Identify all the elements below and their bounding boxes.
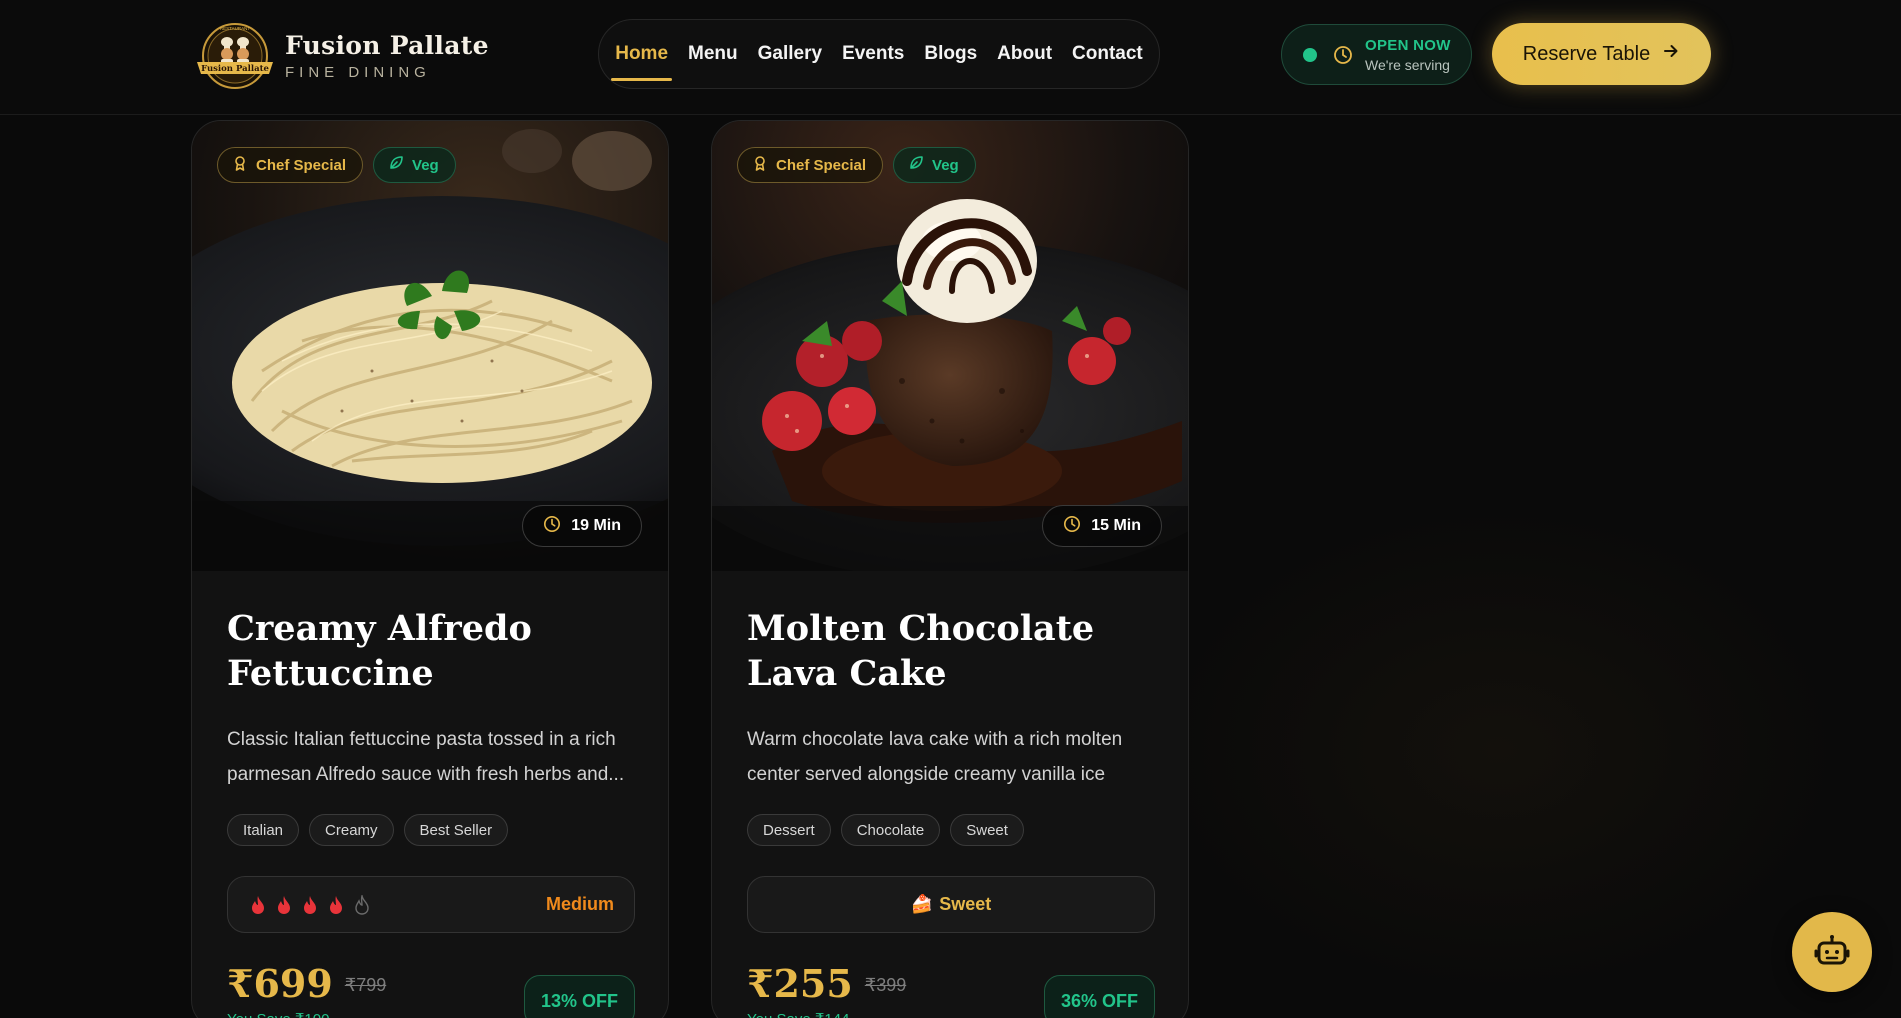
dish-tags: Dessert Chocolate Sweet [747,814,1155,846]
dish-image [712,121,1188,571]
dish-description: Warm chocolate lava cake with a rich mol… [747,729,1123,785]
taste-label: Sweet [939,894,992,914]
nav-contact[interactable]: Contact [1062,43,1153,65]
clock-icon [1063,515,1081,538]
brand-logo[interactable]: RESTAURANT Fusion Pallate Fusion Pallate… [193,22,489,90]
nav-blogs[interactable]: Blogs [914,43,987,65]
dish-image [192,121,668,571]
flame-icon-filled [330,895,342,914]
tag-chip[interactable]: Best Seller [403,814,509,846]
dish-name-line-1: Molten Chocolate [747,608,1095,649]
nav-gallery[interactable]: Gallery [748,43,832,65]
status-title: OPEN NOW [1365,36,1451,54]
flame-icon-empty [355,894,369,915]
nav-home[interactable]: Home [605,43,678,81]
spice-flames [250,894,370,915]
leaf-icon [908,155,924,175]
status-subtitle: We're serving [1365,56,1450,73]
dish-name-line-1: Creamy Alfredo [227,608,532,649]
dish-name: Molten Chocolate Lava Cake [747,606,1155,696]
spice-level-label: Medium [545,894,614,914]
spice-level-box: Medium [227,876,635,933]
discount-badge: 13% OFF [523,975,635,1018]
arrow-right-icon [1662,42,1680,66]
tag-chip[interactable]: Italian [227,814,300,846]
nav-about[interactable]: About [987,43,1062,65]
discount-badge: 36% OFF [1043,975,1155,1018]
dish-name: Creamy Alfredo Fettuccine [227,606,635,696]
prep-time-badge: 19 Min [522,505,642,547]
veg-label: Veg [932,156,959,174]
prep-time-badge: 15 Min [1042,505,1162,547]
original-price: ₹799 [344,975,387,995]
flame-icon-filled [252,895,264,914]
flame-icon-filled [304,895,316,914]
brand-name: Fusion Pallate [285,31,489,60]
reserve-table-label: Reserve Table [1522,42,1651,65]
background-glow [1150,500,1850,1000]
logo-badge-top-text: RESTAURANT [220,26,250,31]
status-dot-icon [1303,47,1317,62]
current-price: ₹255 [747,961,853,1006]
chef-special-badge: Chef Special [217,147,364,183]
award-icon [232,155,248,175]
menu-card-lava-cake[interactable]: Chef Special Veg 15 Min Molten Chocolate… [711,120,1189,1018]
dish-name-line-2: Fettuccine [227,653,434,694]
award-icon [752,155,768,175]
brand-tagline: FINE DINING [285,64,431,81]
tag-chip[interactable]: Chocolate [840,814,941,846]
chef-special-label: Chef Special [776,156,867,174]
clock-icon [543,515,561,538]
current-price: ₹699 [227,961,333,1006]
nav-events[interactable]: Events [832,43,914,65]
taste-profile-box: 🍰 Sweet [747,876,1155,933]
logo-badge-icon: RESTAURANT Fusion Pallate [193,22,277,90]
clock-icon [1333,45,1353,65]
logo-ribbon-text: Fusion Pallate [201,64,269,74]
reserve-table-button[interactable]: Reserve Table [1492,23,1711,85]
price-row: ₹699₹799 You Save ₹100 13% OFF [227,961,635,1018]
original-price: ₹399 [864,975,907,995]
chef-special-badge: Chef Special [737,147,884,183]
site-header: RESTAURANT Fusion Pallate Fusion Pallate… [0,0,1901,115]
dish-tags: Italian Creamy Best Seller [227,814,635,846]
dish-name-line-2: Lava Cake [747,653,947,694]
veg-label: Veg [412,156,439,174]
chef-special-label: Chef Special [256,156,347,174]
cake-icon: 🍰 [910,894,934,914]
menu-card-alfredo[interactable]: Chef Special Veg 19 Min Creamy Alfredo F… [191,120,669,1018]
chatbot-button[interactable] [1792,912,1872,992]
veg-badge: Veg [373,147,456,183]
veg-badge: Veg [893,147,976,183]
prep-time: 15 Min [1091,517,1141,534]
tag-chip[interactable]: Sweet [950,814,1024,846]
leaf-icon [388,155,404,175]
tag-chip[interactable]: Dessert [747,814,831,846]
open-status-pill: OPEN NOW We're serving [1281,24,1472,85]
dish-description: Classic Italian fettuccine pasta tossed … [227,729,625,785]
main-nav: Home Menu Gallery Events Blogs About Con… [598,19,1160,89]
prep-time: 19 Min [571,517,621,534]
price-row: ₹255₹399 You Save ₹144 36% OFF [747,961,1155,1018]
nav-menu[interactable]: Menu [678,43,748,65]
flame-icon-filled [278,895,290,914]
tag-chip[interactable]: Creamy [309,814,394,846]
robot-icon [1813,932,1851,973]
